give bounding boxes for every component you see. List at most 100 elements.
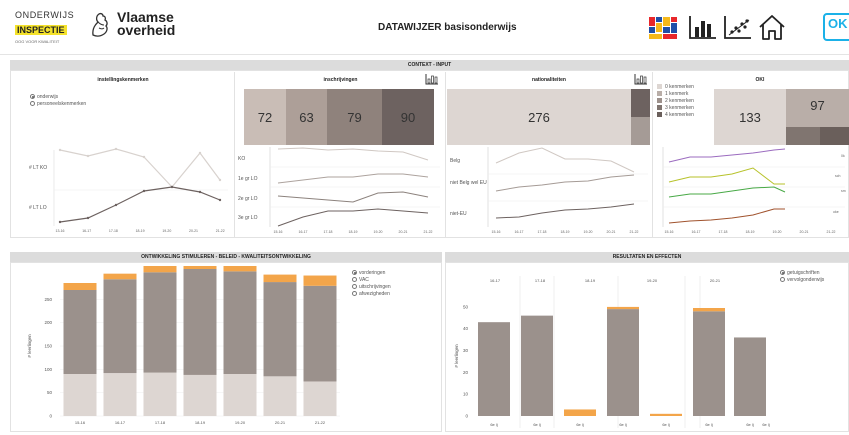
vlaamse-overheid-logo[interactable]: Vlaamse overheid [117, 10, 176, 38]
bar-segment[interactable] [223, 271, 257, 374]
ontw-option-vac[interactable]: VAC [352, 277, 391, 284]
oki-legend: 0 kenmerken 1 kenmerk 2 kenmerken 3 kenm… [657, 84, 694, 119]
bar-segment[interactable] [693, 311, 725, 416]
logo2-line2: overheid [117, 22, 176, 38]
bar-segment[interactable] [63, 290, 97, 374]
y-tick-label: 0 [465, 414, 468, 419]
app-title: DATAWIJZER basisonderwijs [378, 22, 517, 33]
oki-box-4[interactable] [820, 127, 849, 145]
logo-tagline: OOG VOOR KWALITEIT [15, 39, 60, 44]
bar-segment[interactable] [303, 285, 337, 382]
oki-legend-item: 2 kenmerken [657, 98, 694, 105]
bar-segment[interactable] [650, 413, 682, 416]
bar-segment[interactable] [63, 283, 97, 290]
bar-segment[interactable] [103, 373, 137, 416]
bar-segment[interactable] [183, 269, 217, 375]
bar-segment[interactable] [263, 376, 297, 416]
bar-chart-icon[interactable] [688, 14, 718, 40]
ontwikkeling-bar-chart: 0 50 100 150 200 250 # leerlingen 15-16 16-17 17-… [27, 266, 340, 425]
bar-segment[interactable] [303, 381, 337, 416]
bar-segment[interactable] [143, 266, 177, 273]
group-label: 17-18 [535, 278, 546, 283]
bar-segment[interactable] [183, 266, 217, 269]
x-tick-label: 6e lj [576, 422, 583, 427]
scatter-chart-icon[interactable] [723, 14, 753, 40]
bar-segment[interactable] [223, 266, 257, 272]
group-label: 20-21 [710, 278, 721, 283]
nationaliteiten-title: nationaliteiten [532, 77, 566, 83]
bar-segment[interactable] [564, 409, 596, 416]
bar-segment[interactable] [223, 374, 257, 416]
x-tick-label: 6e lj [533, 422, 540, 427]
inschrijving-box-1[interactable]: 72 [244, 89, 286, 145]
line-2e [277, 191, 429, 203]
onderwijs-inspectie-logo[interactable]: ONDERWIJS INSPECTIE OOG VOOR KWALITEIT [15, 10, 81, 44]
legend-swatch [657, 84, 662, 90]
x-tick-label: 17-18 [155, 420, 166, 425]
bar-segment[interactable] [183, 374, 217, 416]
x-tick-label: 17-18 [538, 230, 547, 234]
group-label: 16-17 [490, 278, 501, 283]
instelling-row-label: # LT LO [29, 205, 47, 211]
bar-segment[interactable] [734, 337, 766, 416]
oki-box-1[interactable]: 97 [786, 89, 849, 127]
inschrijving-box-4[interactable]: 90 [382, 89, 434, 145]
radio-icon [30, 101, 35, 107]
bar-chart-icon[interactable] [634, 73, 648, 85]
x-tick-label: 18-19 [349, 230, 358, 234]
x-tick-label: 15-16 [492, 230, 501, 234]
divider [652, 72, 653, 237]
context-section-bar: CONTEXT - INPUT [10, 60, 849, 70]
line-lo [59, 186, 221, 223]
bar-segment[interactable] [143, 372, 177, 416]
inschrijving-box-2[interactable]: 63 [286, 89, 327, 145]
resultaten-options: getuigschriften vervolgonderwijs [780, 270, 824, 284]
bar-chart-icon[interactable] [425, 73, 439, 85]
instelling-option-personeel[interactable]: personeelskenmerken [30, 101, 86, 108]
y-axis-label: # leerlingen [454, 344, 459, 368]
y-tick-label: 30 [463, 348, 469, 353]
x-tick-label: 16-17 [299, 230, 308, 234]
y-tick-label: 100 [44, 367, 52, 372]
bar-segment[interactable] [103, 273, 137, 280]
bar-segment[interactable] [521, 315, 553, 416]
res-option-vervolgonderwijs[interactable]: vervolgonderwijs [780, 277, 824, 284]
divider [445, 72, 446, 237]
inschr-row-label: KO [238, 156, 246, 162]
instelling-option-onderwijs[interactable]: onderwijs [30, 94, 86, 101]
bar-segment[interactable] [143, 272, 177, 373]
radio-icon [352, 284, 357, 290]
x-tick-label: 17-18 [719, 230, 728, 234]
oki-box-0[interactable]: 133 [714, 89, 786, 145]
nationaliteit-box-niet-eu[interactable] [631, 89, 650, 117]
res-option-getuigschriften[interactable]: getuigschriften [780, 270, 824, 277]
dashboard-icon[interactable] [648, 16, 678, 40]
bar-segment[interactable] [478, 322, 510, 416]
ontw-option-vorderingen[interactable]: vorderingen [352, 270, 391, 277]
oki-box-3[interactable] [786, 127, 820, 145]
nationaliteit-box-eu[interactable] [631, 117, 650, 145]
oki-legend-item: 0 kenmerken [657, 84, 694, 91]
radio-selected-icon [780, 270, 785, 276]
oki-legend-item: 3 kenmerken [657, 105, 694, 112]
bar-segment[interactable] [263, 274, 297, 283]
home-icon[interactable] [757, 13, 787, 41]
bar-segment[interactable] [63, 374, 97, 416]
bar-segment[interactable] [693, 308, 725, 312]
inschrijving-box-3[interactable]: 79 [327, 89, 382, 145]
inschrijvingen-title: inschrijvingen [323, 77, 358, 83]
nationaliteit-box-belg[interactable]: 276 [447, 89, 631, 145]
option-label: getuigschriften [787, 270, 820, 276]
instelling-options: onderwijs personeelskenmerken [30, 94, 86, 108]
line-ko [277, 147, 429, 161]
ontw-option-uitschrijvingen[interactable]: uitschrijvingen [352, 284, 391, 291]
x-tick-label: 20-21 [607, 230, 616, 234]
bar-segment[interactable] [607, 309, 639, 416]
y-tick-label: 20 [463, 370, 469, 375]
bar-segment[interactable] [103, 279, 137, 374]
bar-segment[interactable] [263, 282, 297, 377]
ontw-option-afwezigheden[interactable]: afwezigheden [352, 291, 391, 298]
bar-segment[interactable] [607, 306, 639, 310]
onderwijskwaliteit-ok-icon[interactable]: OK [823, 13, 849, 41]
bar-segment[interactable] [303, 275, 337, 286]
